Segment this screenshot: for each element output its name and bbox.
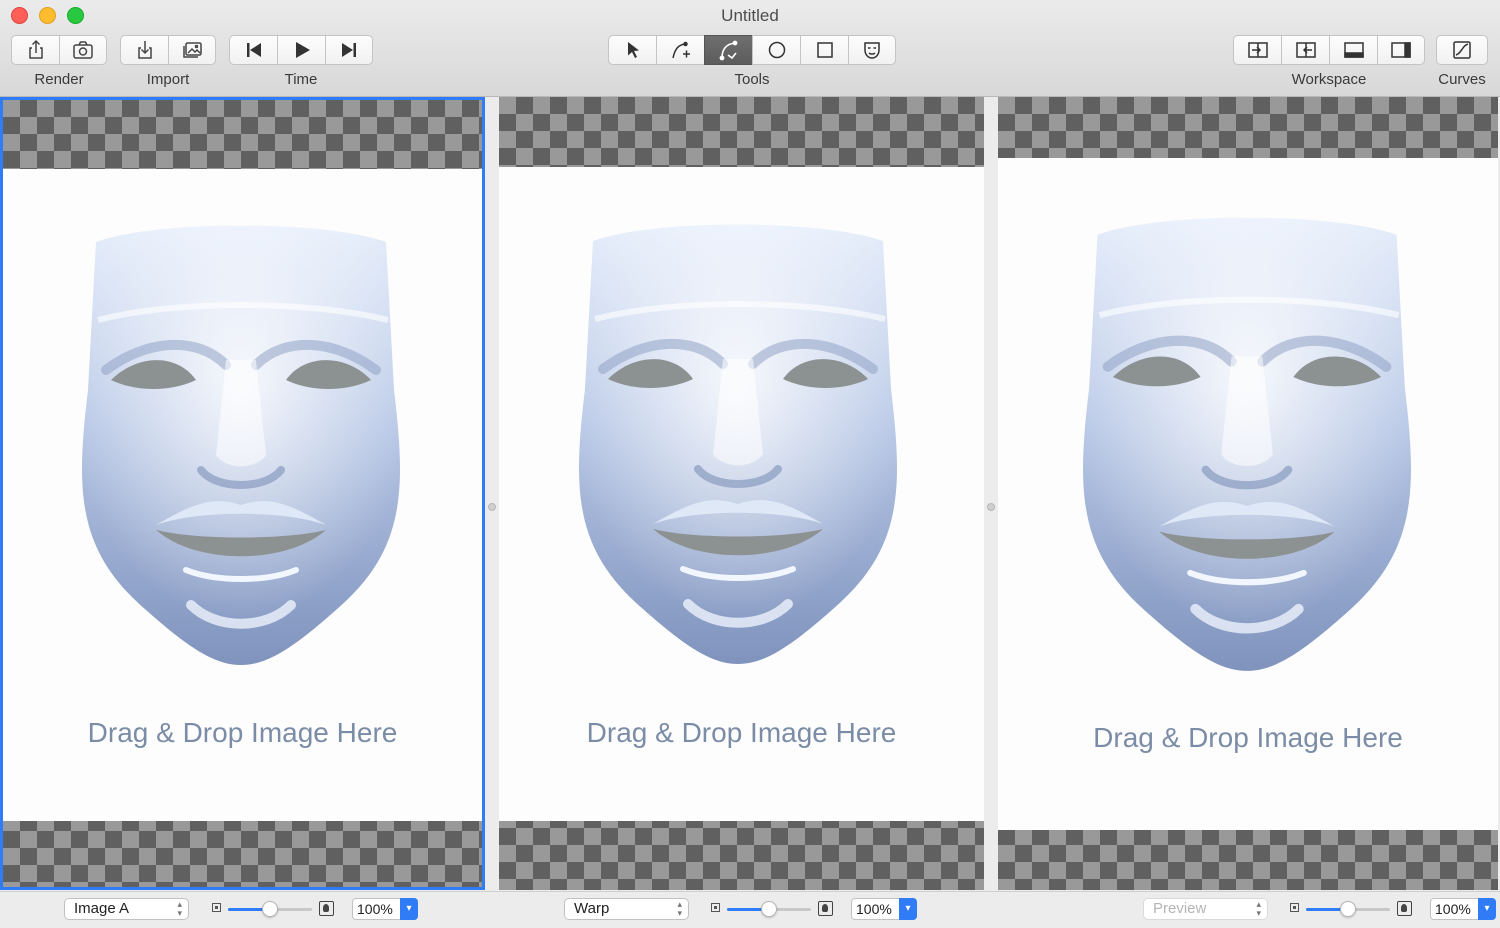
circle-icon [768, 41, 785, 59]
workspace-label: Workspace [1291, 71, 1367, 88]
select-tool-button[interactable] [608, 35, 656, 65]
curve-edit-icon [719, 40, 737, 61]
bottom-panel-icon [1343, 42, 1364, 58]
image-a-zoom-slider[interactable] [228, 901, 312, 917]
mask-face-icon [864, 42, 880, 59]
panel-right-in-icon [1247, 42, 1268, 58]
time-label: Time [284, 71, 318, 88]
previous-frame-button[interactable] [229, 35, 277, 65]
chevron-down-icon[interactable]: ▾ [899, 898, 917, 920]
curves-label: Curves [1438, 71, 1486, 88]
bottom-bar: Image A ▴ ▾ 100% ▾ Warp ▴ ▾ 100% ▾ Preview… [0, 891, 1500, 928]
zoom-value: 100% [357, 901, 393, 917]
ellipse-tool-button[interactable] [752, 35, 800, 65]
face-mask-placeholder-icon [76, 220, 406, 668]
import-group [120, 35, 216, 65]
slider-knob[interactable] [1340, 901, 1356, 917]
chevron-down-icon[interactable]: ▾ [400, 898, 418, 920]
camera-icon [73, 41, 93, 59]
face-tool-button[interactable] [848, 35, 896, 65]
tools-group [608, 35, 896, 65]
zoom-in-large-icon [818, 901, 833, 916]
splitter-handle[interactable] [488, 503, 496, 511]
share-button[interactable] [11, 35, 59, 65]
square-icon [816, 42, 833, 58]
import-image-button[interactable] [168, 35, 216, 65]
skip-back-icon [246, 43, 261, 57]
image-a-select-value: Image A [74, 900, 130, 917]
chevron-down-icon[interactable]: ▾ [1478, 898, 1496, 920]
tools-label: Tools [734, 71, 770, 88]
play-icon [295, 42, 310, 58]
zoom-in-large-icon [319, 901, 334, 916]
curve-edit-tool-button[interactable] [704, 35, 752, 65]
add-curve-icon [671, 41, 690, 59]
drop-hint-label: Drag & Drop Image Here [586, 717, 897, 748]
zoom-out-small-icon [212, 903, 221, 912]
rectangle-tool-button[interactable] [800, 35, 848, 65]
import-label: Import [146, 71, 190, 88]
next-frame-button[interactable] [325, 35, 373, 65]
updown-chevron-icon: ▴ ▾ [1256, 899, 1261, 918]
workspace-split-right-button[interactable] [1233, 35, 1281, 65]
image-a-canvas[interactable]: Drag & Drop Image Here [0, 97, 485, 890]
drop-hint-label: Drag & Drop Image Here [87, 717, 398, 748]
zoom-in-large-icon [1397, 901, 1412, 916]
updown-chevron-icon: ▴ ▾ [177, 899, 182, 918]
render-group [11, 35, 107, 65]
slider-knob[interactable] [761, 901, 777, 917]
preview-source-select[interactable]: Preview ▴ ▾ [1143, 898, 1268, 920]
image-icon [183, 42, 202, 58]
curves-group [1436, 35, 1488, 65]
image-a-zoom-field[interactable]: 100% ▾ [352, 898, 418, 920]
skip-forward-icon [342, 43, 356, 57]
import-file-button[interactable] [120, 35, 168, 65]
preview-zoom-slider[interactable] [1306, 901, 1390, 917]
arrow-pointer-icon [627, 42, 639, 58]
slider-knob[interactable] [262, 901, 278, 917]
snapshot-button[interactable] [59, 35, 107, 65]
import-icon [137, 41, 152, 59]
toggle-sidebar-button[interactable] [1377, 35, 1425, 65]
preview-select-value: Preview [1153, 900, 1207, 917]
preview-zoom-field[interactable]: 100% ▾ [1430, 898, 1496, 920]
share-icon [28, 39, 43, 59]
title-bar: Untitled Render Import Time Tools Worksp… [0, 0, 1500, 97]
zoom-out-small-icon [711, 903, 720, 912]
play-button[interactable] [277, 35, 325, 65]
pane-splitter[interactable] [485, 97, 499, 890]
zoom-value: 100% [856, 901, 892, 917]
curves-chart-icon [1453, 41, 1471, 59]
add-curve-tool-button[interactable] [656, 35, 704, 65]
panel-left-out-icon [1295, 42, 1316, 58]
warp-zoom-field[interactable]: 100% ▾ [851, 898, 917, 920]
time-group [229, 35, 373, 65]
zoom-value: 100% [1435, 901, 1471, 917]
splitter-handle[interactable] [987, 503, 995, 511]
workspace-split-left-button[interactable] [1281, 35, 1329, 65]
workspace-group [1233, 35, 1425, 65]
zoom-out-small-icon [1290, 903, 1299, 912]
render-label: Render [34, 71, 84, 88]
updown-chevron-icon: ▴ ▾ [677, 899, 682, 918]
toggle-bottom-panel-button[interactable] [1329, 35, 1377, 65]
curves-button[interactable] [1436, 35, 1488, 65]
warp-canvas[interactable]: Drag & Drop Image Here [499, 97, 984, 890]
warp-source-select[interactable]: Warp ▴ ▾ [564, 898, 689, 920]
warp-zoom-slider[interactable] [727, 901, 811, 917]
face-mask-placeholder-icon [573, 219, 903, 667]
drop-hint-label: Drag & Drop Image Here [1093, 722, 1403, 753]
image-a-source-select[interactable]: Image A ▴ ▾ [64, 898, 189, 920]
preview-canvas[interactable]: Drag & Drop Image Here [998, 97, 1498, 890]
right-sidebar-icon [1391, 42, 1411, 58]
window-title: Untitled [721, 6, 779, 25]
pane-splitter[interactable] [984, 97, 998, 890]
warp-select-value: Warp [574, 900, 610, 917]
face-mask-placeholder-icon [1074, 212, 1420, 674]
